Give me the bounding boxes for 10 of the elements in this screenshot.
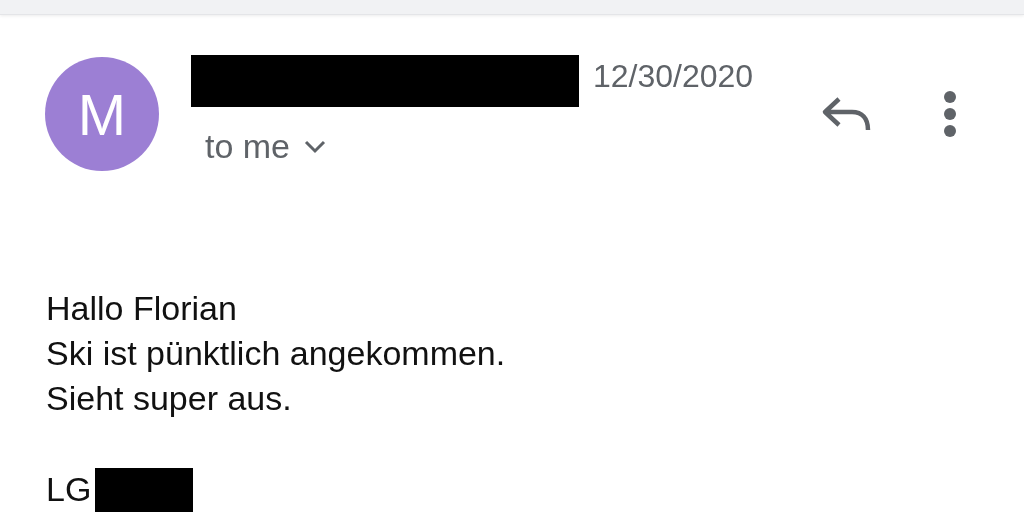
- avatar: M: [45, 57, 159, 171]
- message-line: Hallo Florian: [46, 288, 238, 329]
- message-line: Ski ist pünktlich angekommen.: [46, 333, 507, 374]
- more-options-icon[interactable]: [943, 91, 957, 137]
- chevron-down-icon: [304, 139, 327, 154]
- message-date: 12/30/2020: [593, 57, 754, 95]
- message-line: Sieht super aus.: [46, 378, 293, 419]
- reply-icon[interactable]: [821, 96, 873, 132]
- signature: LG: [46, 469, 92, 510]
- recipient-toggle[interactable]: to me: [205, 127, 327, 166]
